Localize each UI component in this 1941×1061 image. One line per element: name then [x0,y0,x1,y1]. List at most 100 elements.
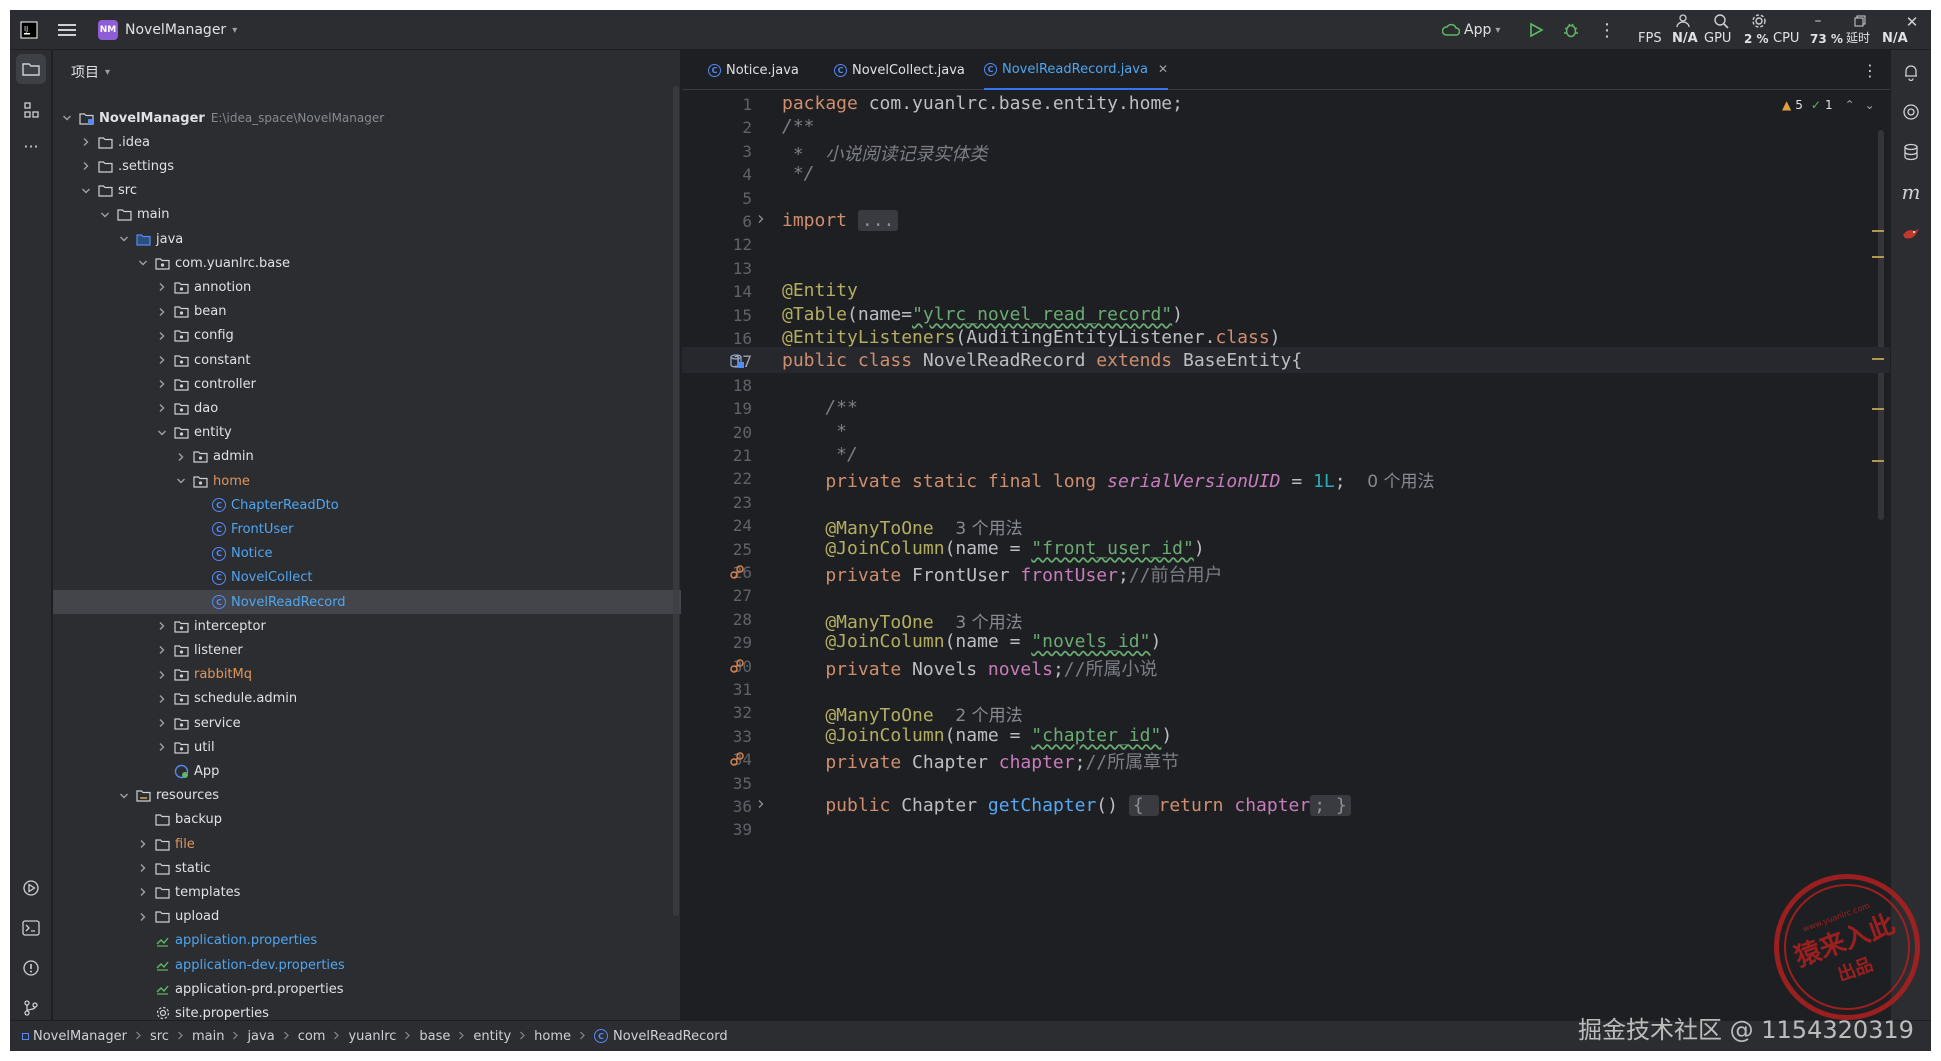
chevron-down-icon[interactable] [61,112,73,124]
tree-scrollbar[interactable] [673,86,679,916]
tree-item-home[interactable]: home [53,469,681,493]
run-config-selector[interactable]: App ▾ [1442,10,1500,50]
tab-novelreadrecord-java[interactable]: C NovelReadRecord.java ✕ [984,50,1168,90]
chevron-right-icon[interactable] [156,717,168,729]
tree-item-java[interactable]: java [53,227,681,251]
chevron-right-icon[interactable] [80,136,92,148]
tree-item-application-properties[interactable]: application.properties [53,929,681,953]
chevron-right-icon[interactable] [156,741,168,753]
restore-icon[interactable] [1852,14,1868,28]
chevron-right-icon[interactable] [156,354,168,366]
chevron-right-icon[interactable] [156,306,168,318]
breadcrumb-item[interactable]: entity [473,1029,511,1044]
chevron-right-icon[interactable] [175,451,187,463]
debug-button[interactable] [1562,10,1580,50]
tree-item--idea[interactable]: .idea [53,130,681,154]
project-switcher[interactable]: NM NovelManager ▾ [98,10,237,50]
more-tools-icon[interactable]: ··· [19,134,43,158]
plugin-bird-icon[interactable] [1899,222,1923,246]
chevron-right-icon[interactable] [156,620,168,632]
git-icon[interactable] [19,996,43,1020]
run-button[interactable] [1528,10,1544,50]
breadcrumb-item[interactable]: home [534,1029,571,1044]
tree-item-src[interactable]: src [53,179,681,203]
tab-options-icon[interactable]: ⋮ [1862,50,1878,90]
tree-item-frontuser[interactable]: C FrontUser [53,517,681,541]
breadcrumb-item[interactable]: com [298,1029,326,1044]
error-stripe-mark[interactable] [1872,230,1884,232]
breadcrumb-item[interactable]: NovelManager [33,1029,127,1044]
chevron-right-icon[interactable] [80,160,92,172]
error-stripe-mark[interactable] [1872,358,1884,360]
tree-item-util[interactable]: util [53,735,681,759]
close-window-icon[interactable]: ✕ [1904,13,1920,31]
chevron-down-icon[interactable] [118,233,130,245]
project-folder-icon[interactable] [16,54,46,84]
database-icon[interactable] [1899,140,1923,164]
relation-link-icon[interactable] [728,563,746,581]
tree-item-config[interactable]: config [53,324,681,348]
tree-item-file[interactable]: file [53,832,681,856]
tree-item-rabbitmq[interactable]: rabbitMq [53,663,681,687]
tree-item-admin[interactable]: admin [53,445,681,469]
chevron-right-icon[interactable] [156,693,168,705]
chevron-down-icon[interactable] [99,209,111,221]
breadcrumb-item[interactable]: src [150,1029,169,1044]
error-stripe-mark[interactable] [1872,460,1884,462]
tree-item-application-prd-properties[interactable]: application-prd.properties [53,977,681,1001]
tree-item-novelmanager[interactable]: NovelManager E:\idea_space\NovelManager [53,106,681,130]
app-logo-icon[interactable]: IJ [20,10,38,50]
terminal-icon[interactable] [19,916,43,940]
chevron-right-icon[interactable] [156,330,168,342]
maven-icon[interactable]: m [1899,180,1923,204]
chevron-down-icon[interactable] [137,257,149,269]
breadcrumb-item[interactable]: main [192,1029,224,1044]
tree-item-resources[interactable]: resources [53,784,681,808]
error-stripe-mark[interactable] [1872,256,1884,258]
breadcrumb-item[interactable]: java [247,1029,274,1044]
tree-item-service[interactable]: service [53,711,681,735]
tree-item-novelcollect[interactable]: C NovelCollect [53,566,681,590]
ai-assistant-icon[interactable] [1899,100,1923,124]
tree-item-notice[interactable]: C Notice [53,542,681,566]
breadcrumb-item[interactable]: yuanlrc [348,1029,396,1044]
breadcrumb-item[interactable]: base [419,1029,450,1044]
tree-item-listener[interactable]: listener [53,638,681,662]
relation-link-icon[interactable] [728,657,746,675]
tree-item-com-yuanlrc-base[interactable]: com.yuanlrc.base [53,251,681,275]
fold-chevron-icon[interactable] [756,798,766,812]
chevron-right-icon[interactable] [137,886,149,898]
tree-item-upload[interactable]: upload [53,905,681,929]
inspection-widget[interactable]: ▲ 5 ✓ 1 ⌃ ⌄ [1782,98,1875,112]
tree-item-interceptor[interactable]: interceptor [53,614,681,638]
tree-item-templates[interactable]: templates [53,880,681,904]
tree-item-application-dev-properties[interactable]: application-dev.properties [53,953,681,977]
chevron-right-icon[interactable] [156,378,168,390]
tree-item-backup[interactable]: backup [53,808,681,832]
tree-item-novelreadrecord[interactable]: C NovelReadRecord [53,590,681,614]
tree-item-constant[interactable]: constant [53,348,681,372]
chevron-right-icon[interactable] [137,862,149,874]
chevron-right-icon[interactable] [137,911,149,923]
tree-item-controller[interactable]: controller [53,372,681,396]
problems-icon[interactable] [19,956,43,980]
search-icon[interactable] [1712,12,1730,30]
tree-item-chapterreaddto[interactable]: C ChapterReadDto [53,493,681,517]
tree-item-schedule-admin[interactable]: schedule.admin [53,687,681,711]
run-tool-icon[interactable] [19,876,43,900]
chevron-right-icon[interactable] [156,644,168,656]
chevron-right-icon[interactable] [156,402,168,414]
user-icon[interactable] [1674,12,1692,30]
entity-gutter-icon[interactable] [728,352,746,370]
tab-notice-java[interactable]: C Notice.java [708,50,799,90]
error-stripe-mark[interactable] [1872,408,1884,410]
tree-item-bean[interactable]: bean [53,300,681,324]
chevron-down-icon[interactable] [118,790,130,802]
tab-novelcollect-java[interactable]: C NovelCollect.java [834,50,965,90]
chevron-down-icon[interactable] [156,427,168,439]
fold-chevron-icon[interactable] [756,213,766,227]
settings-gear-icon[interactable] [1750,12,1768,30]
tree-item--settings[interactable]: .settings [53,154,681,178]
chevron-right-icon[interactable] [156,669,168,681]
relation-link-icon[interactable] [728,750,746,768]
